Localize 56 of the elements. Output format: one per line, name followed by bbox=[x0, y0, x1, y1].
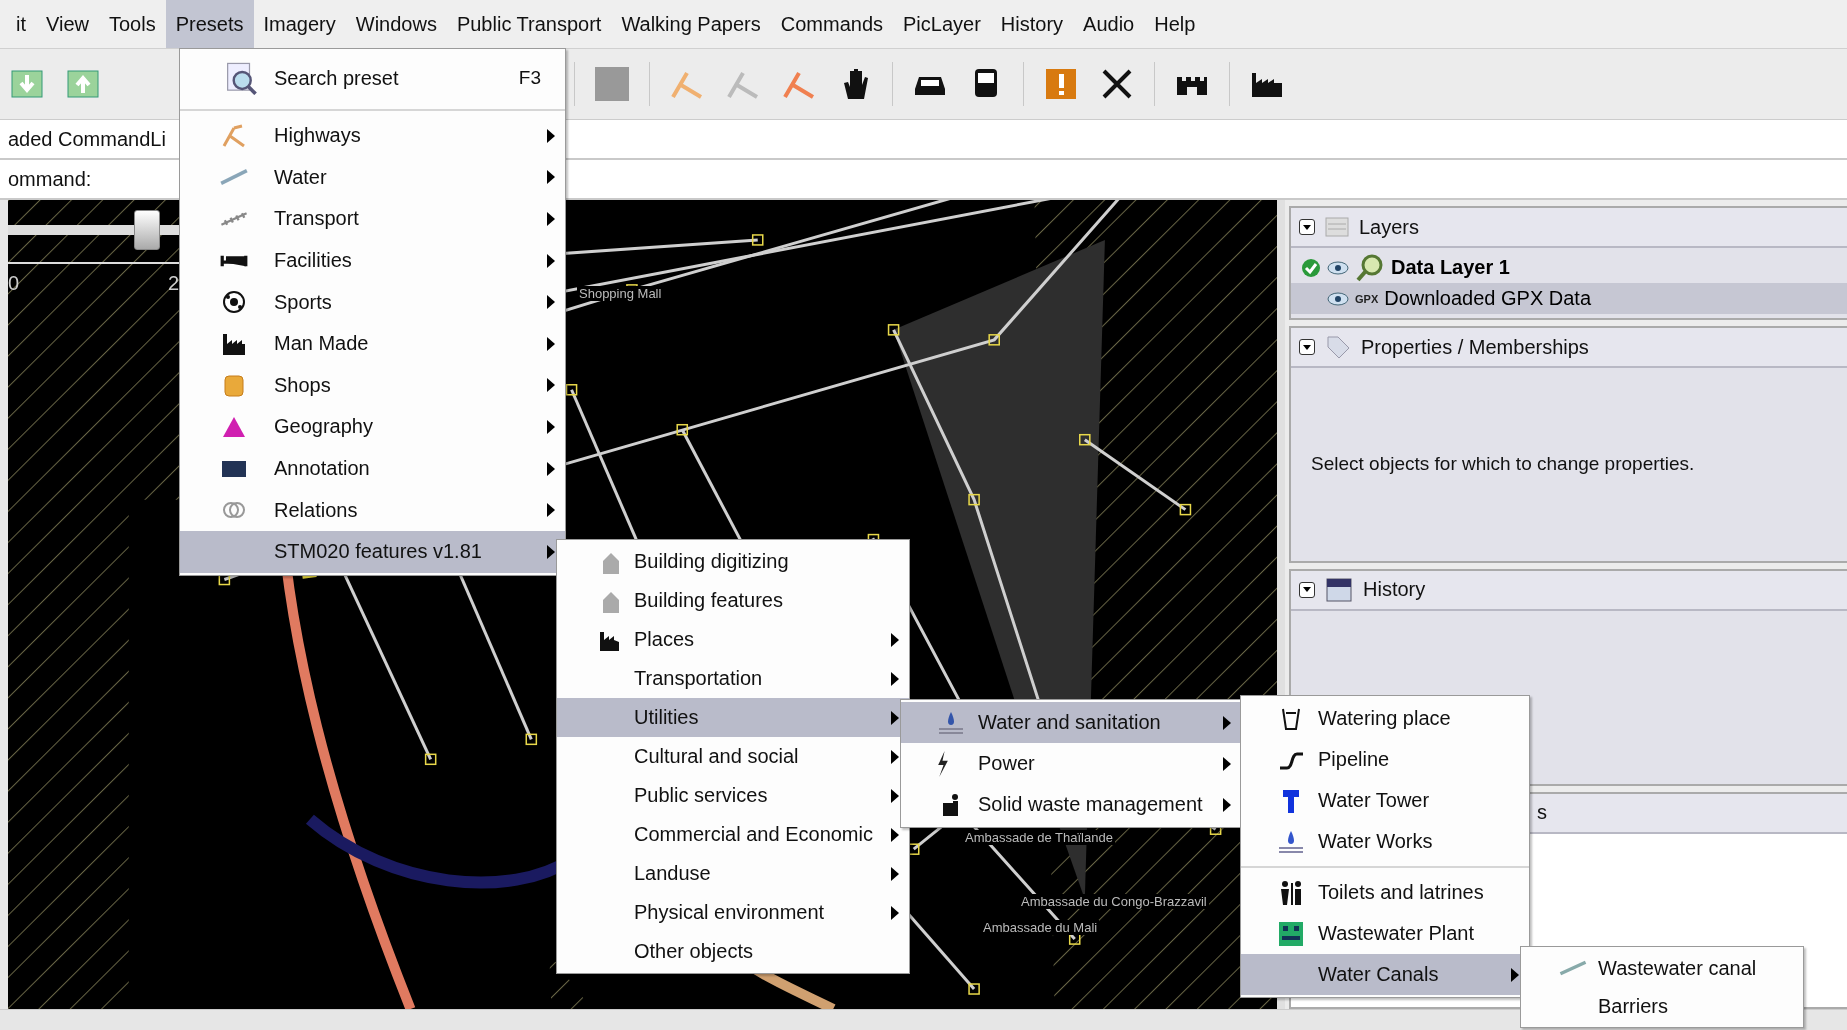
menu-title[interactable]: Walking Papers bbox=[611, 0, 771, 48]
menu-item[interactable]: Transport bbox=[180, 198, 565, 240]
menu-item[interactable]: Search preset F3 bbox=[180, 51, 565, 105]
layer-type-icon: GPX bbox=[1355, 292, 1379, 305]
map-label: Ambassade de Thaïlande bbox=[963, 830, 1115, 845]
menu-item[interactable]: Relations bbox=[180, 489, 565, 531]
menu-item[interactable]: Landuse bbox=[557, 854, 909, 893]
panel-title: s bbox=[1537, 801, 1547, 825]
panel-message: Select objects for which to change properties. bbox=[1310, 453, 1696, 476]
menu-item[interactable]: Power bbox=[901, 743, 1241, 784]
menu-title[interactable]: View bbox=[36, 0, 99, 48]
menu-item[interactable]: STM020 features v1.81 bbox=[180, 530, 565, 573]
layer-name: Data Layer 1 bbox=[1391, 256, 1510, 279]
menu-item[interactable]: Solid waste management bbox=[901, 784, 1241, 825]
menu-item[interactable]: Water and sanitation bbox=[901, 702, 1241, 743]
menu-title[interactable]: Tools bbox=[99, 0, 166, 48]
menu-title[interactable]: Help bbox=[1144, 0, 1206, 48]
menu-item[interactable]: Watering place bbox=[1241, 698, 1529, 739]
menu-title[interactable]: Imagery bbox=[253, 0, 346, 48]
panel-header[interactable]: History bbox=[1291, 570, 1847, 611]
panel-header[interactable]: Layers bbox=[1291, 208, 1847, 248]
menu-item[interactable]: Shops bbox=[180, 364, 565, 407]
layer-name: Downloaded GPX Data bbox=[1384, 287, 1592, 310]
menu-item[interactable]: Facilities bbox=[180, 239, 565, 282]
layer-row[interactable]: Data Layer 1 bbox=[1291, 252, 1847, 283]
menu-title[interactable]: Commands bbox=[770, 0, 893, 48]
menu-title[interactable]: Public Transport bbox=[446, 0, 612, 48]
menu-title[interactable]: Presets bbox=[165, 0, 254, 48]
panel-title: Properties / Memberships bbox=[1361, 335, 1589, 359]
menu-item[interactable]: Other objects bbox=[557, 932, 909, 971]
menu-title[interactable]: PicLayer bbox=[893, 0, 991, 48]
menu-item[interactable]: Pipeline bbox=[1241, 739, 1529, 780]
scale-label: 2 bbox=[168, 272, 180, 295]
menu-item[interactable]: Utilities bbox=[557, 698, 909, 737]
menu-title[interactable]: Windows bbox=[345, 0, 447, 48]
shortcut-label: F3 bbox=[518, 67, 541, 89]
map-label: Ambassade du Mali bbox=[981, 920, 1100, 935]
menu-title[interactable]: Audio bbox=[1073, 0, 1145, 48]
menu-title[interactable]: it bbox=[6, 0, 36, 48]
menu-item[interactable]: Places bbox=[557, 620, 909, 659]
menu-item[interactable]: Man Made bbox=[180, 322, 565, 365]
menu-item[interactable]: Toilets and latrines bbox=[1241, 872, 1529, 913]
map-label: Shopping Mall bbox=[577, 286, 664, 301]
menu-item[interactable]: Building features bbox=[557, 581, 909, 620]
panel-title: History bbox=[1363, 578, 1426, 602]
menu-item[interactable]: Physical environment bbox=[557, 893, 909, 932]
menu-title[interactable]: History bbox=[990, 0, 1074, 48]
menu-item[interactable]: Geography bbox=[180, 406, 565, 448]
panel-title: Layers bbox=[1359, 215, 1420, 239]
scale-label: 0 bbox=[8, 272, 20, 295]
panel-header[interactable]: Properties / Memberships bbox=[1291, 328, 1847, 368]
map-label: Ambassade du Congo-Brazzavil bbox=[1019, 894, 1209, 909]
menu-item[interactable]: Sports bbox=[180, 281, 565, 323]
menu-item[interactable]: Transportation bbox=[557, 659, 909, 698]
layer-row[interactable]: GPX Downloaded GPX Data bbox=[1291, 283, 1847, 314]
menu-item[interactable]: Annotation bbox=[180, 447, 565, 490]
